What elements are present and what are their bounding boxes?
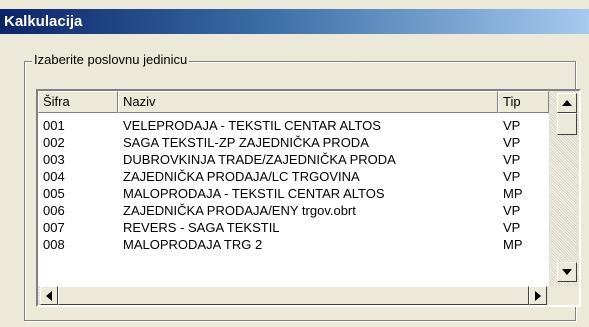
row-code: 006 [43,203,65,218]
row-code: 002 [43,135,65,150]
vertical-scrollbar[interactable] [549,91,579,286]
row-name: ZAJEDNIČKA PRODAJA/LC TRGOVINA [123,169,360,184]
list-row[interactable]: 004 ZAJEDNIČKA PRODAJA/LC TRGOVINA VP [38,168,549,185]
row-type: VP [503,118,521,133]
arrow-right-icon [535,290,541,301]
list-row[interactable]: 005 MALOPRODAJA - TEKSTIL CENTAR ALTOS M… [38,185,549,202]
row-code: 007 [43,220,65,235]
row-code: 005 [43,186,65,201]
scrollbar-corner [549,286,579,305]
list-row[interactable]: 008 MALOPRODAJA TRG 2 MP [38,236,549,253]
list-header: Šifra Naziv Tip [38,91,549,113]
list-row[interactable]: 006 ZAJEDNIČKA PRODAJA/ENY trgov.obrt VP [38,202,549,219]
row-code: 008 [43,237,65,252]
row-type: VP [503,135,521,150]
list-row[interactable]: 003 DUBROVKINJA TRADE/ZAJEDNIČKA PRODA V… [38,151,549,168]
row-name: ZAJEDNIČKA PRODAJA/ENY trgov.obrt [123,203,356,218]
row-code: 003 [43,152,65,167]
row-type: VP [503,152,521,167]
scroll-left-button[interactable] [40,286,58,305]
list-row[interactable]: 002 SAGA TEKSTIL-ZP ZAJEDNIČKA PRODA VP [38,134,549,151]
row-name: MALOPRODAJA - TEKSTIL CENTAR ALTOS [123,186,385,201]
horizontal-scrollbar[interactable] [38,286,549,305]
dialog-window: Kalkulacija Izaberite poslovnu jedinicu … [0,0,589,327]
row-code: 004 [43,169,65,184]
window-title: Kalkulacija [4,13,83,30]
scroll-up-button[interactable] [557,93,577,113]
row-name: SAGA TEKSTIL-ZP ZAJEDNIČKA PRODA [123,135,369,150]
row-type: VP [503,220,521,235]
scroll-right-button[interactable] [529,286,547,305]
horizontal-scroll-thumb[interactable] [58,286,529,305]
row-name: VELEPRODAJA - TEKSTIL CENTAR ALTOS [123,118,381,133]
row-name: REVERS - SAGA TEKSTIL [123,220,280,235]
scroll-down-button[interactable] [557,262,577,282]
business-unit-list[interactable]: Šifra Naziv Tip 001 VELEPRODAJA - TEKSTI… [36,89,581,307]
row-type: VP [503,203,521,218]
row-name: DUBROVKINJA TRADE/ZAJEDNIČKA PRODA [123,152,396,167]
row-type: MP [503,237,523,252]
column-header-type[interactable]: Tip [498,91,549,113]
list-row[interactable]: 001 VELEPRODAJA - TEKSTIL CENTAR ALTOS V… [38,117,549,134]
column-header-code[interactable]: Šifra [38,91,118,113]
arrow-left-icon [46,290,52,301]
groupbox-legend: Izaberite poslovnu jedinicu [32,52,190,67]
row-type: MP [503,186,523,201]
column-header-name[interactable]: Naziv [118,91,498,113]
row-name: MALOPRODAJA TRG 2 [123,237,263,252]
arrow-down-icon [562,269,572,275]
row-type: VP [503,169,521,184]
title-bar[interactable]: Kalkulacija [0,9,589,34]
list-row[interactable]: 007 REVERS - SAGA TEKSTIL VP [38,219,549,236]
vertical-scroll-thumb[interactable] [557,113,577,135]
row-code: 001 [43,118,65,133]
arrow-up-icon [562,100,572,106]
